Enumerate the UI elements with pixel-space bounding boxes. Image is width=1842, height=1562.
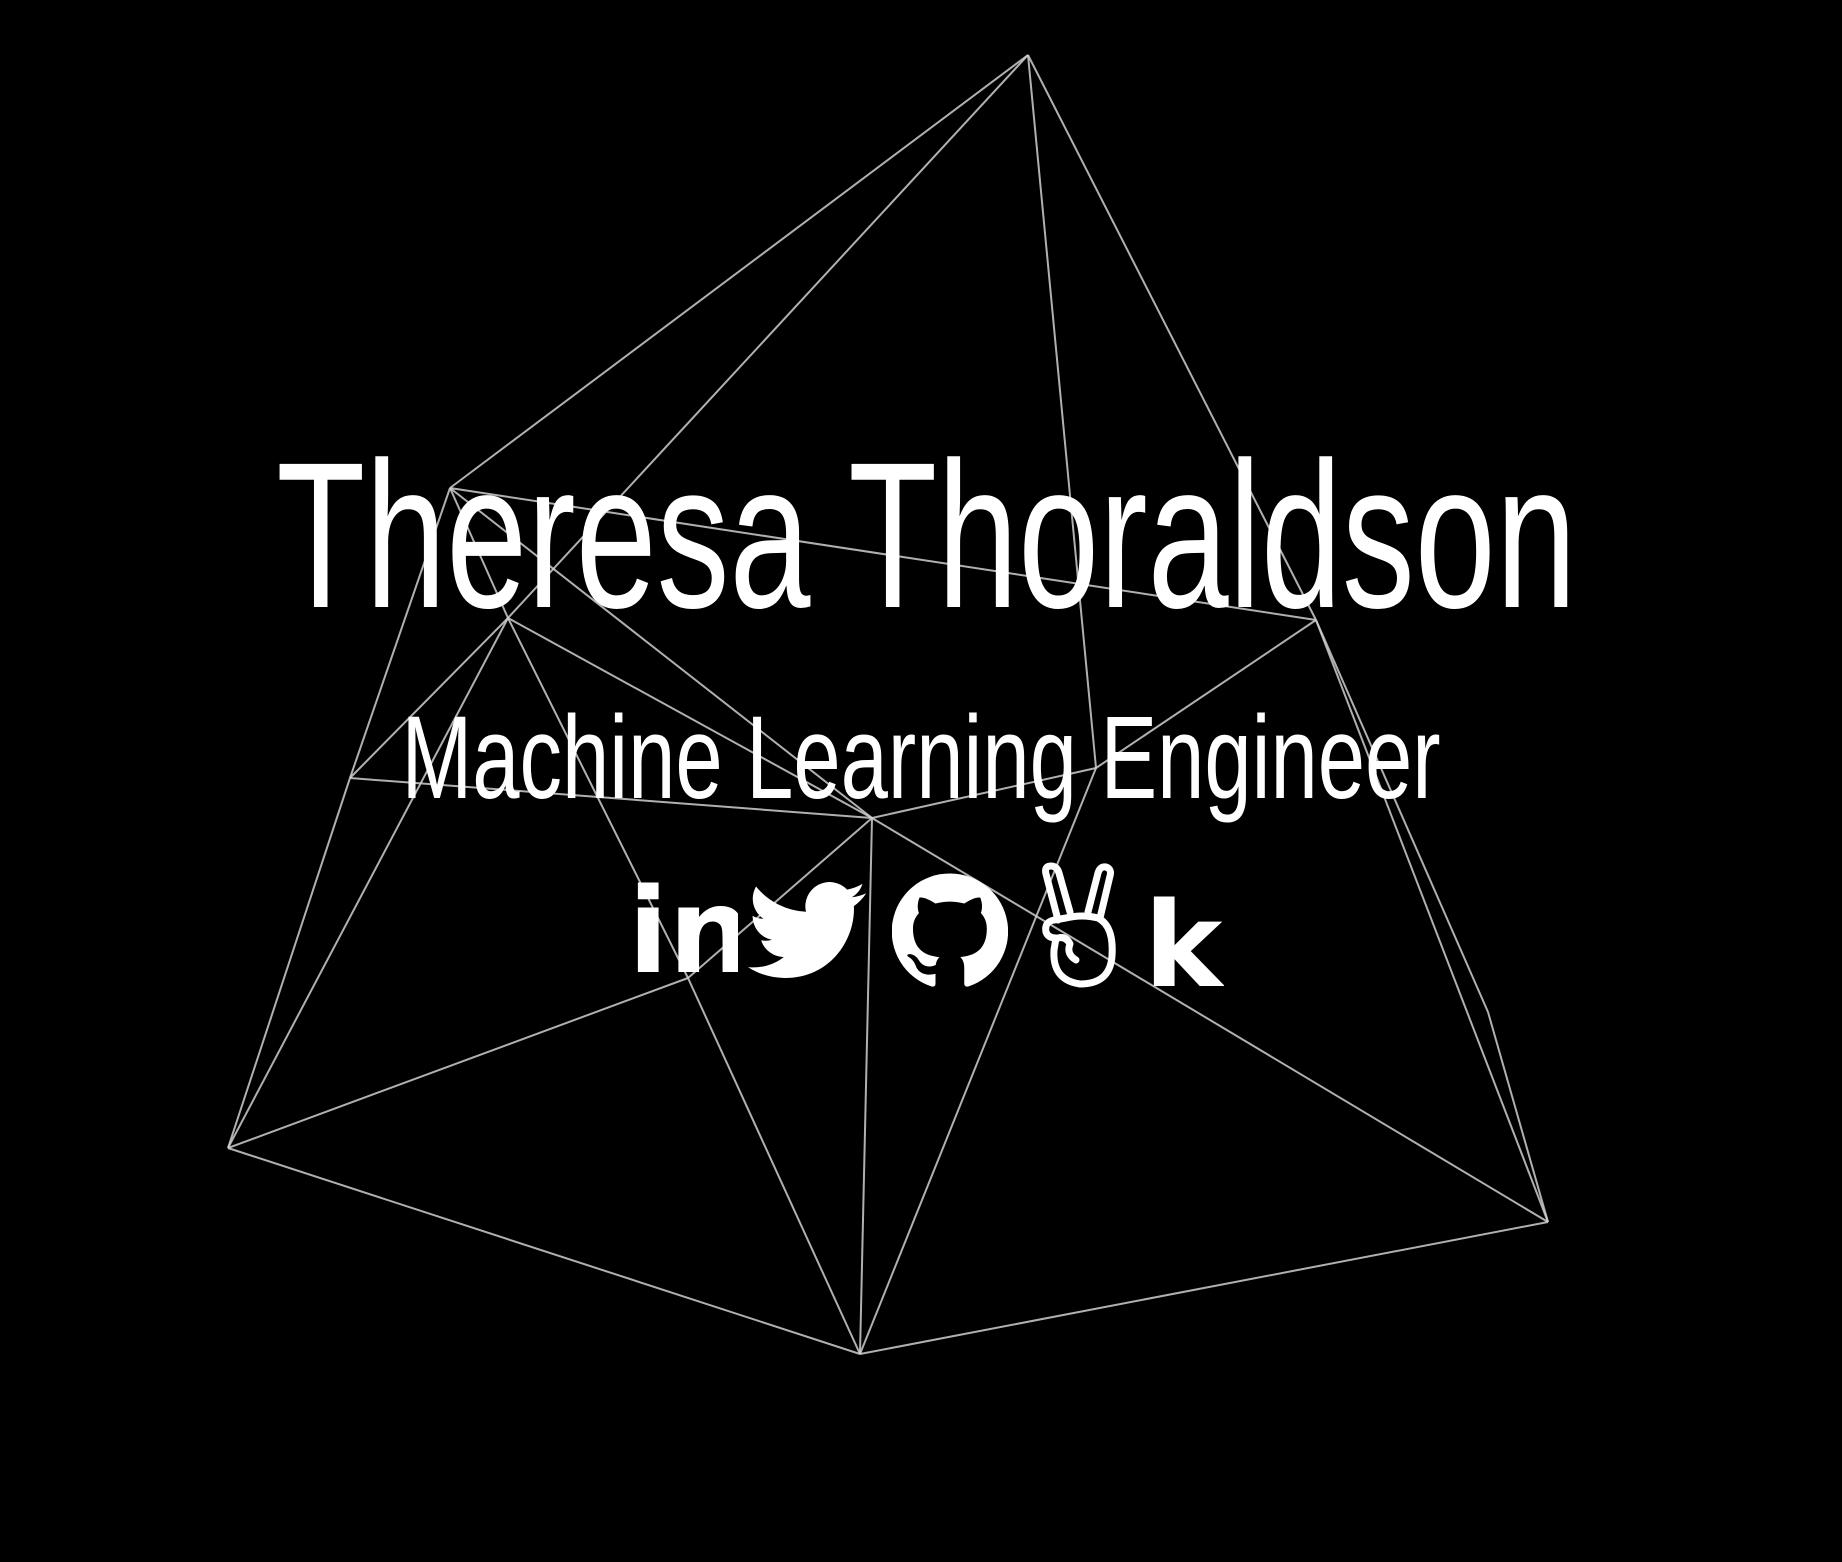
angellist-icon <box>1042 862 1116 988</box>
angellist-link[interactable] <box>1036 860 1122 1000</box>
twitter-link[interactable] <box>748 860 866 1000</box>
mesh-edge <box>687 977 861 1355</box>
mesh-edge <box>1027 54 1097 769</box>
github-icon <box>892 873 1008 987</box>
mesh-edge <box>227 777 351 1149</box>
social-links-bar: in k <box>626 860 1226 1000</box>
hero-name: Theresa Thoraldson <box>276 420 1577 652</box>
mesh-edge <box>227 977 689 1149</box>
kaggle-icon: k <box>1144 876 1224 1000</box>
linkedin-icon-text: in <box>628 862 738 1000</box>
kaggle-icon-text: k <box>1144 876 1224 1000</box>
hero-job-title: Machine Learning Engineer <box>401 692 1441 824</box>
github-link[interactable] <box>892 860 1008 1000</box>
linkedin-icon: in <box>628 862 738 1000</box>
mesh-edge <box>859 1221 1549 1355</box>
mesh-edge <box>859 767 1097 1355</box>
mesh-edge <box>227 1147 861 1355</box>
twitter-icon <box>748 882 866 978</box>
kaggle-link[interactable]: k <box>1140 860 1224 1000</box>
linkedin-link[interactable]: in <box>626 860 738 1000</box>
